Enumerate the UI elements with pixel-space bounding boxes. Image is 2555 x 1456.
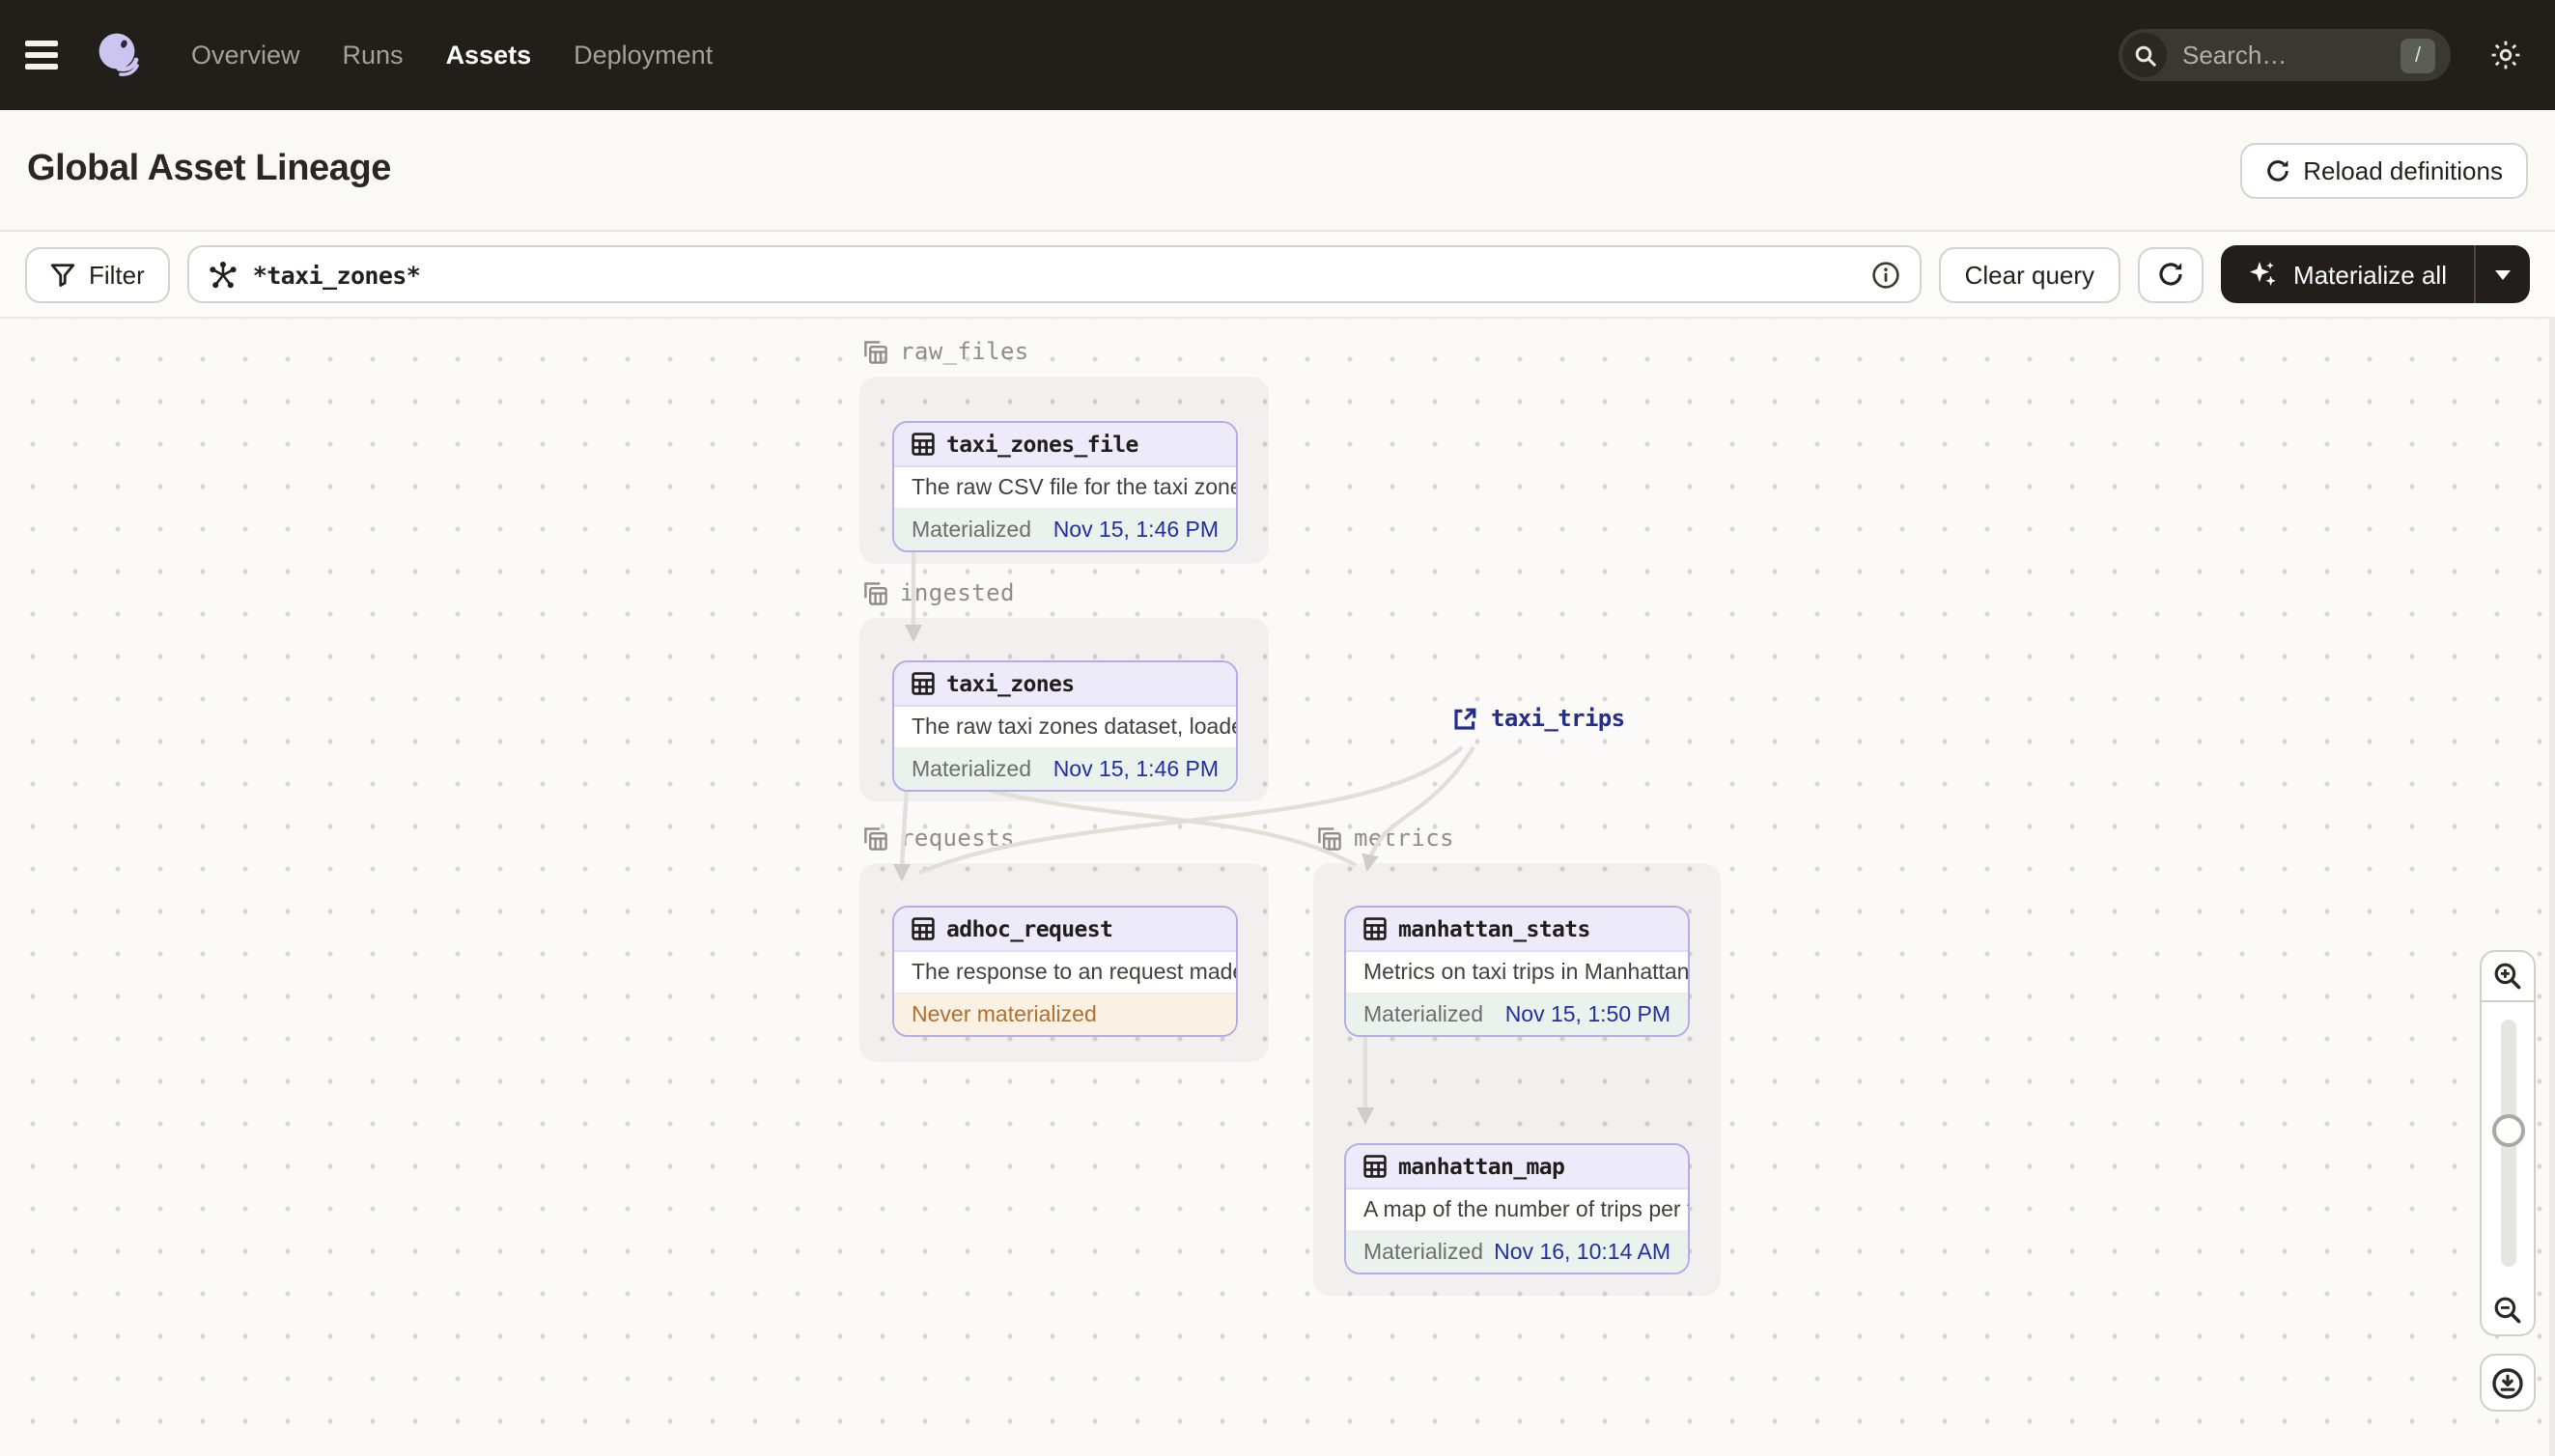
asset-description: Metrics on taxi trips in Manhattan xyxy=(1346,952,1688,994)
asset-status: Materialized xyxy=(1363,1241,1483,1264)
reload-definitions-button[interactable]: Reload definitions xyxy=(2239,142,2528,198)
asset-timestamp[interactable]: Nov 15, 1:46 PM xyxy=(1053,518,1219,542)
materialize-options-button[interactable] xyxy=(2476,245,2530,303)
clear-query-button[interactable]: Clear query xyxy=(1939,246,2120,302)
asset-timestamp[interactable]: Nov 15, 1:46 PM xyxy=(1053,758,1219,781)
nav-overview[interactable]: Overview xyxy=(191,41,300,70)
asset-timestamp[interactable]: Nov 16, 10:14 AM xyxy=(1494,1241,1671,1264)
asset-timestamp[interactable]: Nov 15, 1:50 PM xyxy=(1505,1003,1671,1026)
asset-status: Materialized xyxy=(1363,1003,1483,1026)
search-placeholder: Search… xyxy=(2182,41,2288,70)
zoom-slider-handle[interactable] xyxy=(2491,1114,2524,1147)
table-icon xyxy=(1363,1155,1387,1178)
zoom-slider[interactable] xyxy=(2480,1002,2536,1284)
asset-description: The response to an request made in th… xyxy=(894,952,1236,994)
nav-deployment[interactable]: Deployment xyxy=(574,41,713,70)
nav-assets[interactable]: Assets xyxy=(446,41,532,70)
asset-node-manhattan-map[interactable]: manhattan_map A map of the number of tri… xyxy=(1344,1143,1690,1274)
asset-node-taxi-zones-file[interactable]: taxi_zones_file The raw CSV file for the… xyxy=(892,421,1238,552)
dagster-logo-icon[interactable] xyxy=(95,30,145,80)
filter-button[interactable]: Filter xyxy=(25,246,170,302)
refresh-icon xyxy=(2158,263,2181,286)
asset-selection-input[interactable]: *taxi_zones* xyxy=(186,245,1923,303)
search-input[interactable]: Search… / xyxy=(2119,29,2451,81)
asset-status: Materialized xyxy=(912,518,1031,542)
refresh-graph-button[interactable] xyxy=(2137,246,2204,302)
table-icon xyxy=(912,433,935,456)
table-icon xyxy=(1363,917,1387,940)
asset-name: manhattan_map xyxy=(1398,1153,1565,1180)
info-icon[interactable] xyxy=(1872,260,1901,289)
filter-funnel-icon xyxy=(50,263,75,286)
zoom-controls xyxy=(2480,950,2536,1412)
asset-status: Never materialized xyxy=(912,1003,1097,1026)
asset-name: taxi_zones_file xyxy=(946,431,1138,458)
refresh-icon xyxy=(2266,159,2288,181)
external-asset-taxi-trips[interactable]: taxi_trips xyxy=(1452,705,1625,732)
asset-description: A map of the number of trips per taxi z… xyxy=(1346,1190,1688,1232)
page-header: Global Asset Lineage Reload definitions xyxy=(0,110,2555,232)
settings-gear-icon[interactable] xyxy=(2489,39,2522,71)
edge-taxi-trips-to-manhattan-stats xyxy=(1362,745,1475,872)
asset-description: The raw taxi zones dataset, loaded int… xyxy=(894,707,1236,749)
asset-selection-value: *taxi_zones* xyxy=(252,260,421,289)
zoom-in-button[interactable] xyxy=(2480,950,2536,1002)
download-image-button[interactable] xyxy=(2480,1354,2536,1412)
zoom-out-icon xyxy=(2494,1296,2521,1323)
top-nav: Overview Runs Assets Deployment Search… … xyxy=(0,0,2555,110)
sparkle-icon xyxy=(2249,262,2275,286)
table-icon xyxy=(912,672,935,695)
canvas-scrollbar[interactable] xyxy=(2549,319,2555,1456)
download-icon xyxy=(2492,1367,2523,1398)
menu-icon[interactable] xyxy=(25,34,68,76)
lineage-edges xyxy=(893,531,1475,1125)
asset-name: manhattan_stats xyxy=(1398,915,1590,942)
asset-name: adhoc_request xyxy=(946,915,1113,942)
table-icon xyxy=(912,917,935,940)
materialize-all-split-button: Materialize all xyxy=(2220,245,2530,303)
graph-query-icon xyxy=(210,261,237,288)
external-link-icon xyxy=(1454,707,1476,729)
asset-status: Materialized xyxy=(912,758,1031,781)
asset-node-manhattan-stats[interactable]: manhattan_stats Metrics on taxi trips in… xyxy=(1344,906,1690,1037)
nav-runs[interactable]: Runs xyxy=(343,41,404,70)
lineage-toolbar: Filter *taxi_zones* Clear query Material… xyxy=(0,232,2555,319)
page-title: Global Asset Lineage xyxy=(27,149,392,189)
asset-description: The raw CSV file for the taxi zones dat… xyxy=(894,467,1236,510)
chevron-down-icon xyxy=(2495,269,2511,279)
materialize-all-button[interactable]: Materialize all xyxy=(2220,259,2474,290)
app-window: Overview Runs Assets Deployment Search… … xyxy=(0,0,2555,1456)
search-shortcut-badge: / xyxy=(2401,38,2435,72)
search-icon xyxy=(2122,33,2167,77)
asset-node-adhoc-request[interactable]: adhoc_request The response to an request… xyxy=(892,906,1238,1037)
lineage-canvas[interactable]: raw_files ingested requests metrics taxi… xyxy=(0,319,2555,1456)
asset-node-taxi-zones[interactable]: taxi_zones The raw taxi zones dataset, l… xyxy=(892,660,1238,792)
asset-name: taxi_zones xyxy=(946,670,1075,697)
zoom-out-button[interactable] xyxy=(2480,1284,2536,1336)
zoom-in-icon xyxy=(2494,963,2521,990)
primary-nav: Overview Runs Assets Deployment xyxy=(191,41,713,70)
